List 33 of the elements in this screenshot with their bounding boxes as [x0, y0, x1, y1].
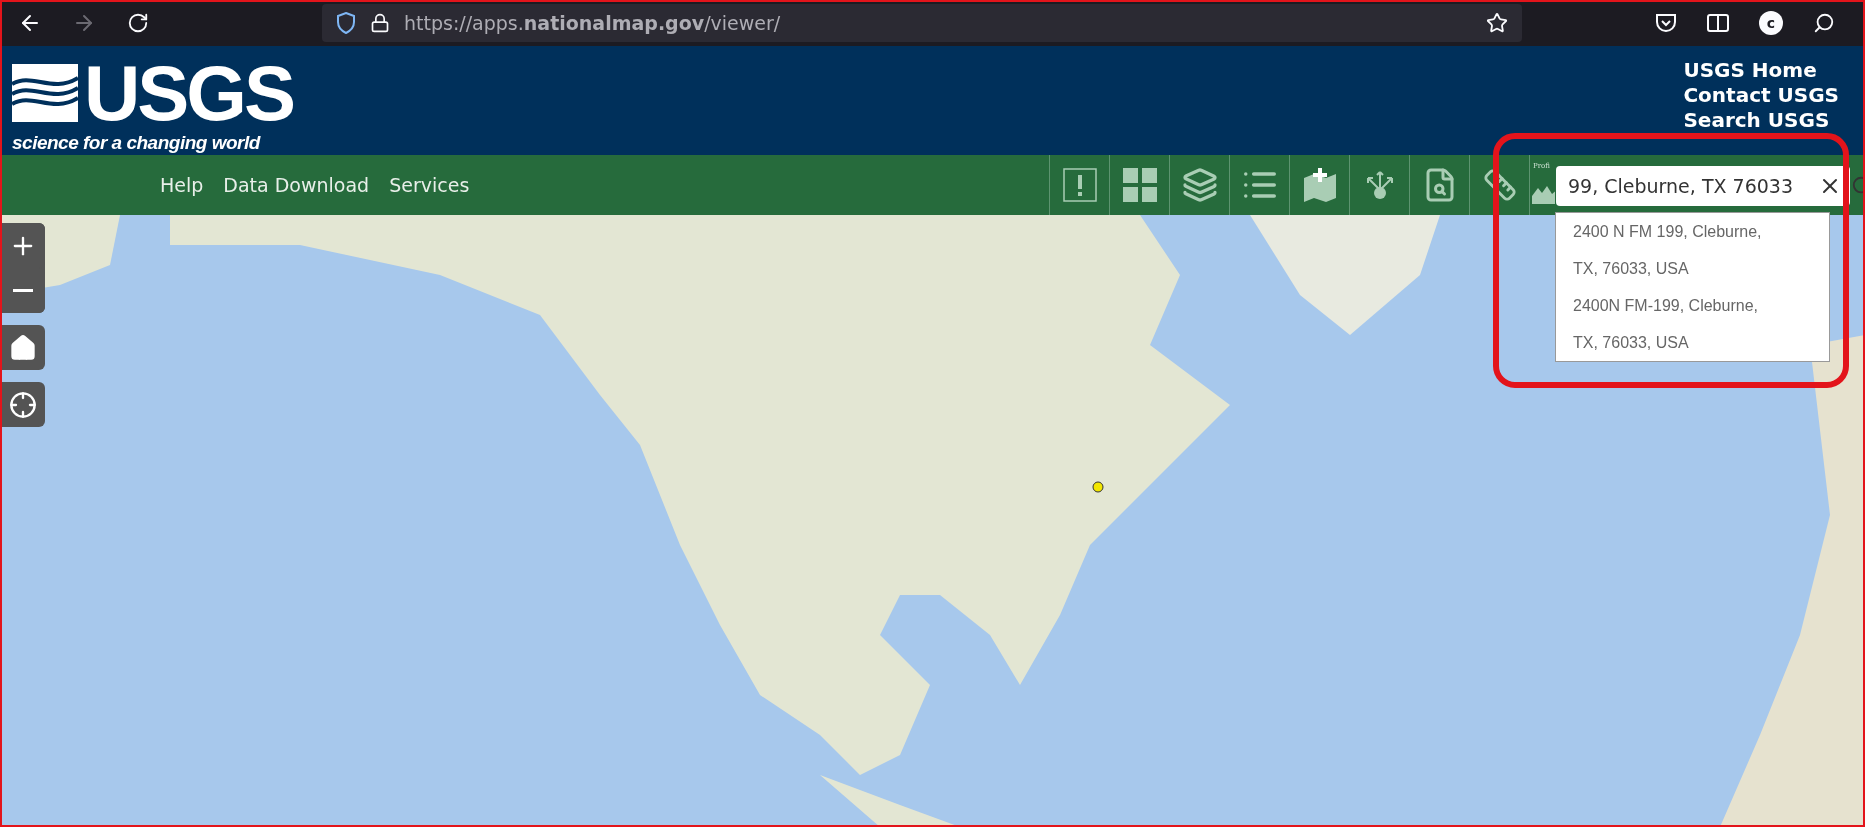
alert-icon — [1062, 168, 1097, 202]
grid-icon — [1122, 168, 1157, 202]
header-link[interactable]: Search USGS — [1683, 108, 1839, 133]
pocket-icon[interactable] — [1655, 13, 1677, 33]
crosshair-icon — [8, 390, 37, 419]
nav-link[interactable]: Help — [160, 174, 204, 196]
logo-text: USGS — [84, 54, 294, 132]
elevation-profile-icon — [1532, 184, 1555, 204]
tagline: science for a changing world — [12, 132, 262, 154]
header-link[interactable]: USGS Home — [1683, 58, 1839, 83]
waves-logo-icon — [12, 64, 78, 122]
url-text: https://apps.nationalmap.gov/viewer/ — [404, 12, 782, 34]
search-icon[interactable] — [1813, 12, 1835, 34]
suggestion-item[interactable]: 2400 N FM 199, Cleburne, TX, 76033, USA — [1556, 213, 1786, 287]
home-icon — [8, 333, 37, 362]
bookmark-star-icon[interactable] — [1486, 12, 1508, 34]
reader-view-icon[interactable] — [1707, 14, 1729, 32]
layers-icon — [1181, 167, 1218, 203]
locate-button[interactable] — [0, 382, 45, 427]
nav-link[interactable]: Data Download — [223, 174, 370, 196]
suggestion-item[interactable]: 2400N FM-199, Cleburne, TX, 76033, USA — [1556, 287, 1786, 361]
lock-icon — [370, 13, 390, 33]
address-bar[interactable]: https://apps.nationalmap.gov/viewer/ — [322, 4, 1522, 42]
map-plus-icon — [1301, 168, 1338, 202]
minus-icon — [12, 289, 33, 292]
search-field[interactable]: 99, Cleburne, TX 76033 — [1556, 166, 1814, 206]
reload-icon — [127, 12, 149, 34]
home-button[interactable] — [0, 325, 45, 370]
nav-link[interactable]: Services — [389, 174, 470, 196]
ruler-icon — [1482, 168, 1517, 202]
profile-avatar[interactable]: c — [1759, 11, 1783, 35]
shield-icon — [336, 12, 356, 34]
header-link[interactable]: Contact USGS — [1683, 83, 1839, 108]
